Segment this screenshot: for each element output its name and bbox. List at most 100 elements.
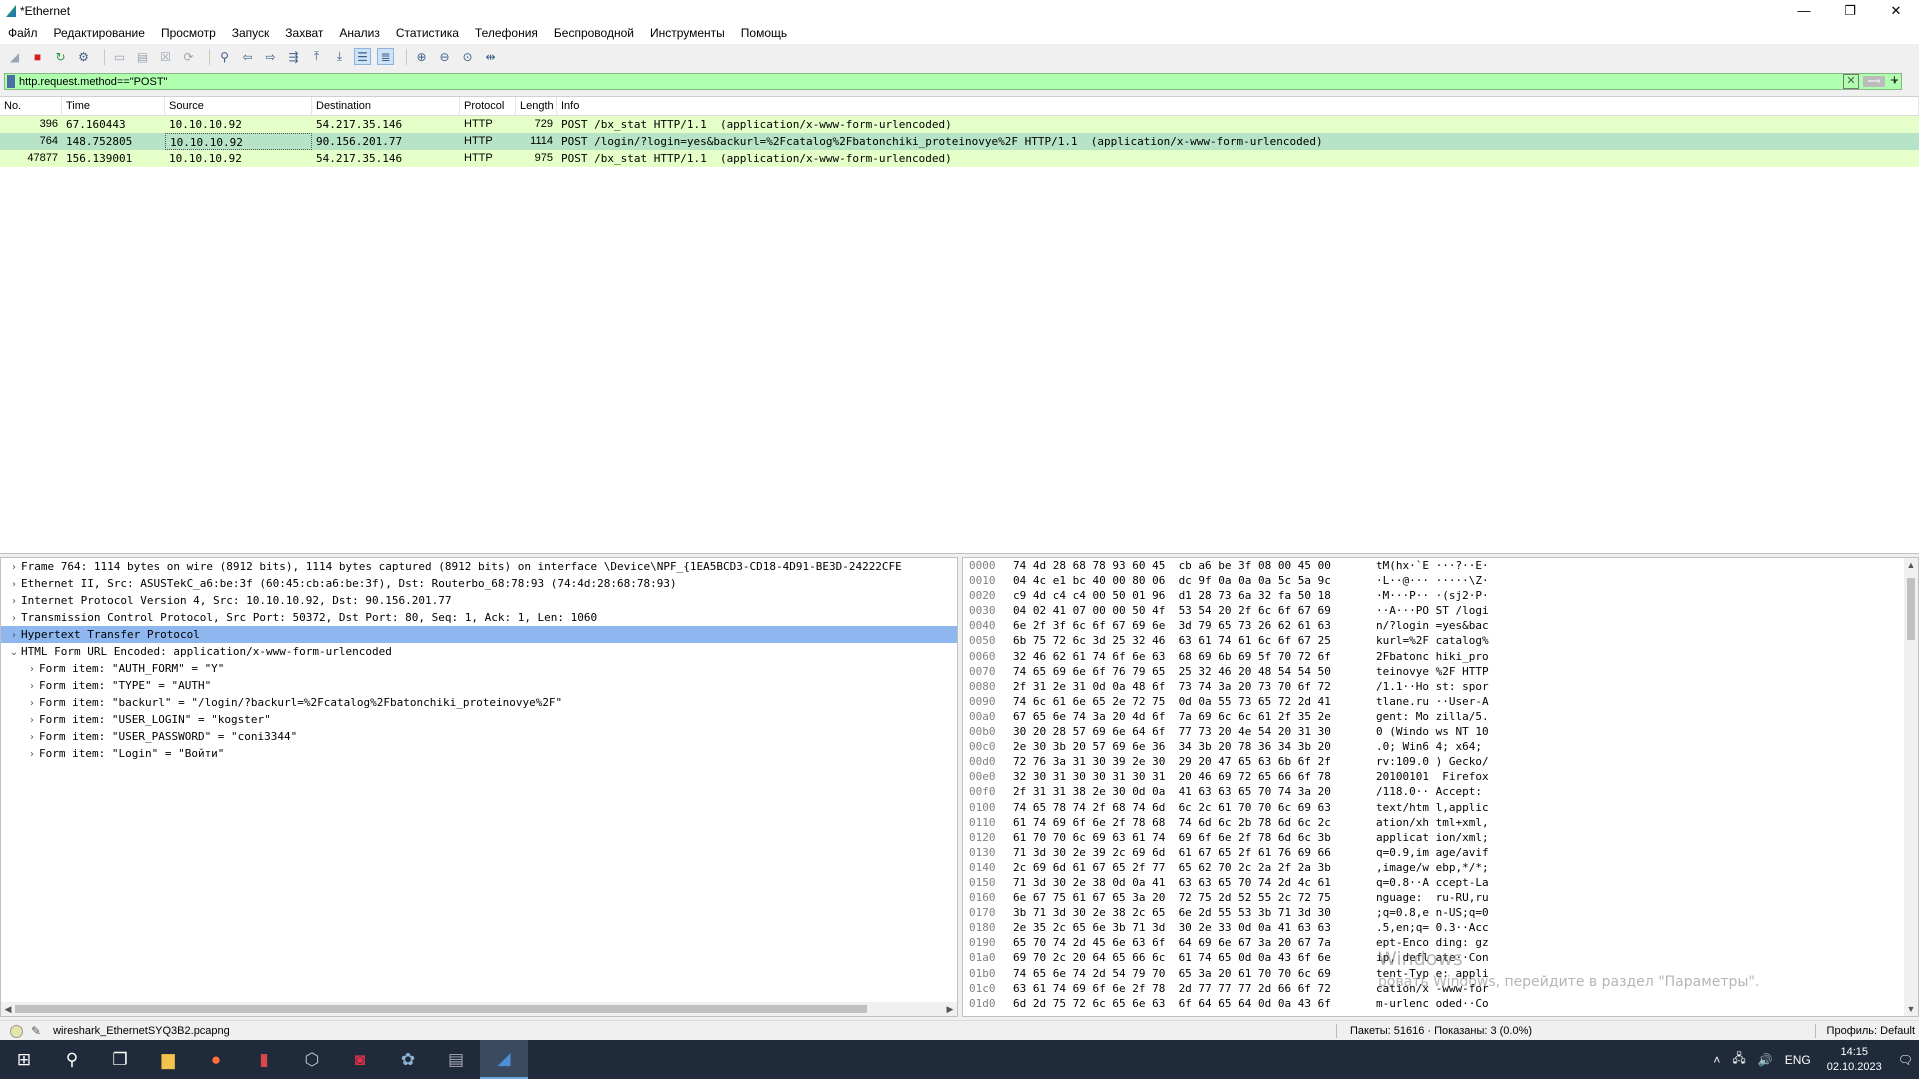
find-packet-icon[interactable]: ⚲ (216, 48, 233, 65)
save-file-icon[interactable]: ▤ (134, 48, 151, 65)
notifications-icon[interactable]: 🗨 (1898, 1053, 1913, 1067)
zoom-out-icon[interactable]: ⊖ (436, 48, 453, 65)
collapse-arrow-icon[interactable]: ⌄ (7, 644, 21, 661)
close-file-icon[interactable]: ☒ (157, 48, 174, 65)
menu-edit[interactable]: Редактирование (46, 26, 153, 40)
apply-filter-icon[interactable]: ⟹ (1863, 76, 1885, 87)
form-item-row[interactable]: › Form item: "Login" = "Войти" (1, 745, 957, 762)
file-explorer-icon[interactable]: ▆ (144, 1040, 192, 1079)
reload-file-icon[interactable]: ⟳ (180, 48, 197, 65)
hex-dump-row[interactable]: 0100 74 65 78 74 2f 68 74 6d 6c 2c 61 70 … (963, 800, 1918, 815)
column-header-info[interactable]: Info (557, 97, 1919, 115)
hex-dump-row[interactable]: 0080 2f 31 2e 31 0d 0a 48 6f 73 74 3a 20 … (963, 679, 1918, 694)
hex-dump-row[interactable]: 0170 3b 71 3d 30 2e 38 2c 65 6e 2d 55 53 … (963, 905, 1918, 920)
scrollbar-thumb[interactable] (15, 1005, 867, 1013)
menu-help[interactable]: Помощь (733, 26, 795, 40)
protocol-tree-row[interactable]: › Transmission Control Protocol, Src Port… (1, 609, 957, 626)
hex-dump-row[interactable]: 00c0 2e 30 3b 20 57 69 6e 36 34 3b 20 78 … (963, 739, 1918, 754)
menu-file[interactable]: Файл (0, 26, 46, 40)
expand-arrow-icon[interactable]: › (25, 712, 39, 729)
form-item-row[interactable]: › Form item: "USER_PASSWORD" = "coni3344" (1, 728, 957, 745)
hex-dump-row[interactable]: 0050 6b 75 72 6c 3d 25 32 46 63 61 74 61 … (963, 633, 1918, 648)
hex-dump-row[interactable]: 0060 32 46 62 61 74 6f 6e 63 68 69 6b 69 … (963, 649, 1918, 664)
expand-arrow-icon[interactable]: › (7, 576, 21, 593)
tray-overflow-icon[interactable]: ˄ (1713, 1053, 1720, 1067)
column-header-no[interactable]: No. (0, 97, 62, 115)
packet-row[interactable]: 396 67.160443 10.10.10.92 54.217.35.146 … (0, 116, 1919, 133)
hex-dump-row[interactable]: 0180 2e 35 2c 65 6e 3b 71 3d 30 2e 33 0d … (963, 920, 1918, 935)
go-back-icon[interactable]: ⇦ (239, 48, 256, 65)
clock[interactable]: 14:15 02.10.2023 (1827, 1045, 1882, 1075)
menu-view[interactable]: Просмотр (153, 26, 224, 40)
column-header-time[interactable]: Time (62, 97, 165, 115)
go-to-packet-icon[interactable]: ⇶ (285, 48, 302, 65)
minimize-button[interactable]: — (1781, 0, 1827, 22)
menu-analyze[interactable]: Анализ (331, 26, 388, 40)
menu-wireless[interactable]: Беспроводной (546, 26, 642, 40)
column-header-protocol[interactable]: Protocol (460, 97, 516, 115)
volume-icon[interactable]: 🔊 (1758, 1053, 1773, 1067)
hex-dump-row[interactable]: 0160 6e 67 75 61 67 65 3a 20 72 75 2d 52 … (963, 890, 1918, 905)
expand-arrow-icon[interactable]: › (7, 627, 21, 644)
hex-dump-row[interactable]: 00f0 2f 31 31 38 2e 30 0d 0a 41 63 63 65 … (963, 784, 1918, 799)
clear-filter-icon[interactable]: ✕ (1843, 74, 1859, 89)
hex-dump-row[interactable]: 0110 61 74 69 6f 6e 2f 78 68 74 6d 6c 2b … (963, 815, 1918, 830)
scrollbar-thumb[interactable] (1907, 578, 1915, 640)
display-filter-input[interactable] (19, 75, 1843, 88)
hex-dump-row[interactable]: 0070 74 65 69 6e 6f 76 79 65 25 32 46 20 … (963, 664, 1918, 679)
open-file-icon[interactable]: ▭ (111, 48, 128, 65)
autoscroll-icon[interactable]: ☰ (354, 48, 371, 65)
colorize-icon[interactable]: ≣ (377, 48, 394, 65)
expand-arrow-icon[interactable]: › (25, 661, 39, 678)
restart-capture-icon[interactable]: ↻ (52, 48, 69, 65)
scroll-up-icon[interactable]: ▲ (1904, 560, 1918, 570)
hex-dump-row[interactable]: 0020 c9 4d c4 c4 00 50 01 96 d1 28 73 6a … (963, 588, 1918, 603)
hex-dump-row[interactable]: 0150 71 3d 30 2e 38 0d 0a 41 63 63 65 70 … (963, 875, 1918, 890)
menu-go[interactable]: Запуск (224, 26, 278, 40)
packet-row-selected[interactable]: 764 148.752805 10.10.10.92 90.156.201.77… (0, 133, 1919, 150)
virtualbox-icon[interactable]: ⬡ (288, 1040, 336, 1079)
hex-dump-row[interactable]: 00e0 32 30 31 30 30 31 30 31 20 46 69 72 … (963, 769, 1918, 784)
hex-dump-row[interactable]: 01d0 6d 2d 75 72 6c 65 6e 63 6f 64 65 64 … (963, 996, 1918, 1011)
maximize-button[interactable]: ❐ (1827, 0, 1873, 22)
firefox-icon[interactable]: ● (192, 1040, 240, 1079)
menu-telephony[interactable]: Телефония (467, 26, 546, 40)
normal-size-icon[interactable]: ⊙ (459, 48, 476, 65)
capture-comment-icon[interactable]: ✎ (31, 1024, 41, 1038)
stop-capture-icon[interactable]: ■ (29, 48, 46, 65)
profile-status[interactable]: Профиль: Default (1827, 1025, 1915, 1037)
resize-columns-icon[interactable]: ⇹ (482, 48, 499, 65)
network-icon[interactable]: 🖧 (1732, 1049, 1745, 1070)
form-item-row[interactable]: › Form item: "USER_LOGIN" = "kogster" (1, 711, 957, 728)
close-button[interactable]: ✕ (1873, 0, 1919, 22)
hex-dump-row[interactable]: 0010 04 4c e1 bc 40 00 80 06 dc 9f 0a 0a … (963, 573, 1918, 588)
protocol-tree-row[interactable]: › Internet Protocol Version 4, Src: 10.10… (1, 592, 957, 609)
hex-dump-row[interactable]: 0140 2c 69 6d 61 67 65 2f 77 65 62 70 2c … (963, 860, 1918, 875)
protocol-tree-row[interactable]: ⌄ HTML Form URL Encoded: application/x-ww… (1, 643, 957, 660)
bytes-vertical-scrollbar[interactable]: ▲ ▼ (1904, 558, 1918, 1016)
app-icon[interactable]: ▮ (240, 1040, 288, 1079)
start-menu-icon[interactable]: ⊞ (0, 1040, 48, 1079)
form-item-row[interactable]: › Form item: "AUTH_FORM" = "Y" (1, 660, 957, 677)
zoom-in-icon[interactable]: ⊕ (413, 48, 430, 65)
menu-statistics[interactable]: Статистика (388, 26, 467, 40)
task-view-icon[interactable]: ❐ (96, 1040, 144, 1079)
first-packet-icon[interactable]: ⤒ (308, 48, 325, 65)
scroll-left-icon[interactable]: ◀ (1, 1002, 15, 1016)
expand-arrow-icon[interactable]: › (25, 729, 39, 746)
expand-arrow-icon[interactable]: › (25, 678, 39, 695)
scroll-down-icon[interactable]: ▼ (1904, 1004, 1918, 1014)
go-forward-icon[interactable]: ⇨ (262, 48, 279, 65)
hex-dump-row[interactable]: 0130 71 3d 30 2e 39 2c 69 6d 61 67 65 2f … (963, 845, 1918, 860)
scroll-right-icon[interactable]: ▶ (943, 1002, 957, 1016)
add-filter-button-icon[interactable]: + (1890, 72, 1899, 89)
column-header-source[interactable]: Source (165, 97, 312, 115)
packet-row[interactable]: 47877 156.139001 10.10.10.92 54.217.35.1… (0, 150, 1919, 167)
expert-info-icon[interactable] (10, 1024, 23, 1038)
last-packet-icon[interactable]: ⤓ (331, 48, 348, 65)
column-header-destination[interactable]: Destination (312, 97, 460, 115)
hex-dump-row[interactable]: 00a0 67 65 6e 74 3a 20 4d 6f 7a 69 6c 6c … (963, 709, 1918, 724)
column-header-length[interactable]: Length (516, 97, 557, 115)
expand-arrow-icon[interactable]: › (7, 593, 21, 610)
hex-dump-row[interactable]: 00b0 30 20 28 57 69 6e 64 6f 77 73 20 4e … (963, 724, 1918, 739)
